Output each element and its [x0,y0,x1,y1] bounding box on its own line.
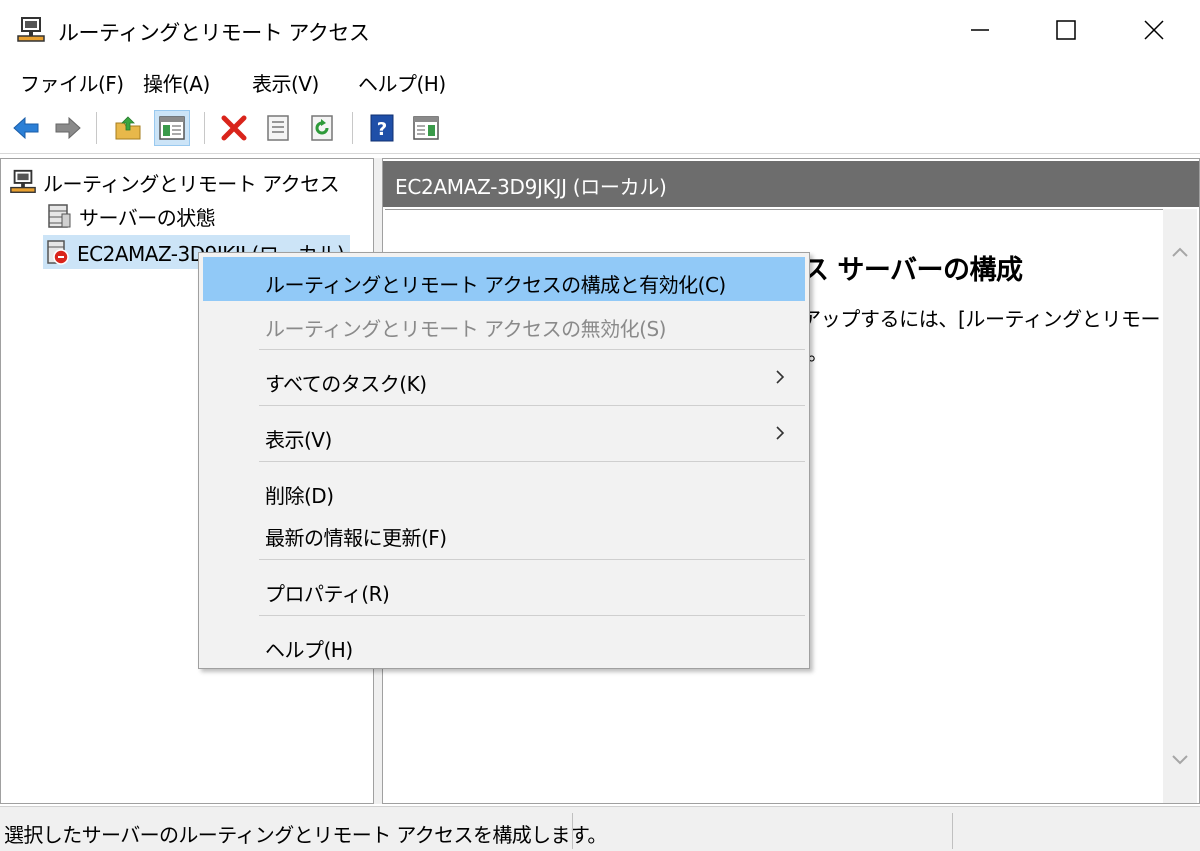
menu-item-help[interactable]: ヘルプ(H) [203,622,805,666]
menu-help[interactable]: ヘルプ(H) [358,68,446,97]
minimize-icon [971,29,989,31]
refresh-icon [311,115,333,141]
routing-app-icon [17,17,45,42]
back-button[interactable] [8,110,44,146]
forward-icon [55,116,81,140]
routing-app-icon [10,169,36,193]
details-header: EC2AMAZ-3D9JKJJ (ローカル) [383,161,1199,207]
menu-item-properties[interactable]: プロパティ(R) [203,566,805,610]
up-one-level-button[interactable] [110,110,146,146]
status-separator [572,813,573,849]
menu-action[interactable]: 操作(A) [143,68,210,97]
menu-item-configure-enable[interactable]: ルーティングとリモート アクセスの構成と有効化(C) [203,257,805,301]
menu-view[interactable]: 表示(V) [252,68,319,97]
menu-item-label: すべてのタスク(K) [265,372,427,396]
tree-item-root[interactable]: ルーティングとリモート アクセス [9,165,340,199]
properties-button[interactable] [260,110,296,146]
maximize-icon [1056,20,1076,40]
back-icon [13,116,39,140]
menu-item-label: ルーティングとリモート アクセスの無効化(S) [265,317,666,341]
context-menu: ルーティングとリモート アクセスの構成と有効化(C) ルーティングとリモート ア… [198,252,810,669]
menu-item-refresh[interactable]: 最新の情報に更新(F) [203,510,805,554]
menu-bar: ファイル(F) 操作(A) 表示(V) ヘルプ(H) [0,60,1200,102]
vertical-scrollbar[interactable] [1163,209,1197,803]
up-folder-icon [115,116,141,140]
scroll-down-icon[interactable] [1170,749,1190,769]
help-button[interactable]: ? [364,110,400,146]
menu-separator [259,349,805,350]
svg-text:?: ? [377,119,387,140]
menu-item-label: 削除(D) [265,484,334,508]
show-hide-console-tree-button[interactable] [154,110,190,146]
menu-file[interactable]: ファイル(F) [20,68,124,97]
action-pane-icon [413,116,439,140]
submenu-arrow-icon [776,370,785,384]
submenu-arrow-icon [776,426,785,440]
status-text: 選択したサーバーのルーティングとリモート アクセスを構成します。 [4,823,607,847]
menu-separator [259,559,805,560]
close-button[interactable] [1110,0,1198,60]
delete-button[interactable] [216,110,252,146]
tree-item-server-status[interactable]: サーバーの状態 [45,199,216,233]
toolbar: ? [0,102,1200,154]
tree-item-label: サーバーの状態 [79,205,216,230]
refresh-button[interactable] [304,110,340,146]
menu-item-label: 最新の情報に更新(F) [265,526,447,550]
close-icon [1144,20,1164,40]
title-bar: ルーティングとリモート アクセス [0,0,1200,60]
minimize-button[interactable] [936,0,1024,60]
window-title: ルーティングとリモート アクセス [58,21,370,45]
help-icon: ? [370,114,394,142]
menu-item-label: 表示(V) [265,428,332,452]
scroll-up-icon[interactable] [1170,243,1190,263]
maximize-button[interactable] [1022,0,1110,60]
menu-item-disable: ルーティングとリモート アクセスの無効化(S) [203,301,805,345]
show-hide-tree-icon [159,116,185,140]
forward-button[interactable] [50,110,86,146]
menu-separator [259,405,805,406]
menu-item-label: プロパティ(R) [265,582,390,606]
server-stopped-icon [47,240,69,265]
menu-item-label: ヘルプ(H) [265,638,353,662]
menu-item-view[interactable]: 表示(V) [203,412,805,456]
tree-item-label: ルーティングとリモート アクセス [43,171,340,196]
toolbar-separator [96,112,97,144]
show-hide-action-pane-button[interactable] [408,110,444,146]
menu-item-delete[interactable]: 削除(D) [203,468,805,512]
status-separator [952,813,953,849]
delete-icon [221,115,247,141]
server-status-icon [48,204,71,228]
toolbar-separator [204,112,205,144]
properties-icon [267,115,289,141]
menu-item-label: ルーティングとリモート アクセスの構成と有効化(C) [265,273,726,297]
menu-separator [259,461,805,462]
status-bar: 選択したサーバーのルーティングとリモート アクセスを構成します。 [0,806,1200,851]
menu-item-all-tasks[interactable]: すべてのタスク(K) [203,356,805,400]
menu-separator [259,615,805,616]
toolbar-separator [352,112,353,144]
